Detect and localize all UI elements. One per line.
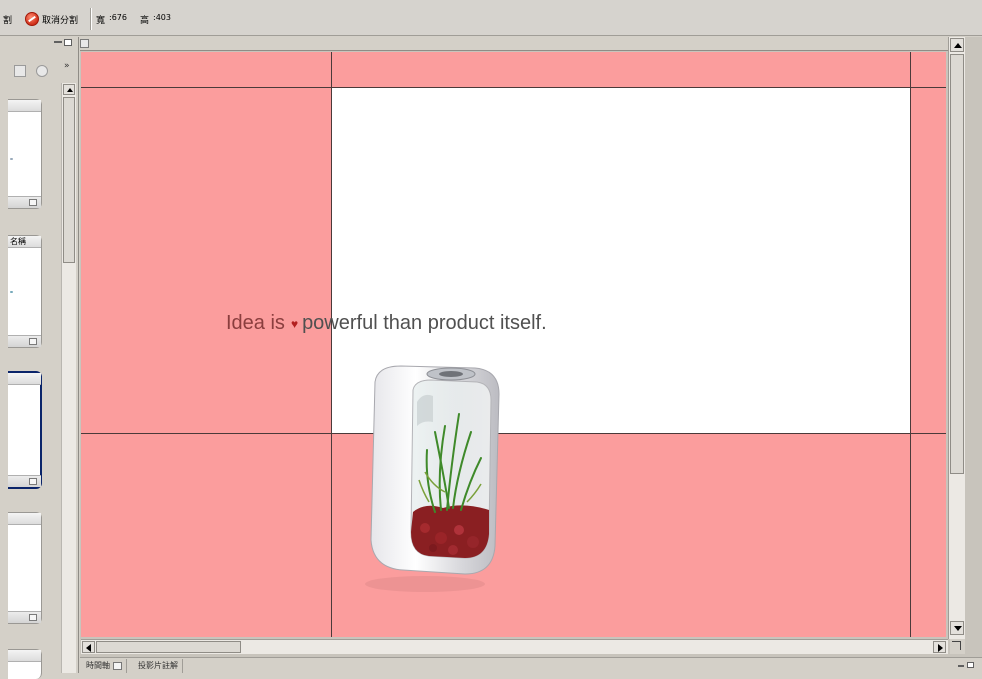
slide-thumbnail[interactable] (8, 512, 42, 624)
heart-icon: ♥ (290, 316, 299, 331)
thumbnail-content (10, 158, 13, 160)
toolbar-separator (90, 8, 92, 30)
canvas-vertical-scrollbar[interactable] (948, 37, 965, 639)
thumbnail-menu-icon[interactable] (29, 199, 37, 206)
slide-thumbnail[interactable] (8, 649, 42, 679)
top-toolbar: 割 取消分割 寬 :676 高 :403 (0, 0, 982, 36)
width-value[interactable]: :676 (109, 13, 127, 22)
tab-timeline-label: 時間軸 (86, 661, 110, 670)
slides-scrollbar[interactable] (61, 83, 76, 673)
height-label: 高 (140, 16, 150, 26)
thumbnail-header (8, 513, 41, 525)
panel-tool-icon[interactable] (36, 65, 48, 77)
tagline-part-1: Idea is (226, 312, 285, 334)
thumbnail-footer (8, 475, 41, 487)
scroll-up-button[interactable] (950, 38, 964, 52)
scroll-right-button[interactable] (933, 641, 946, 653)
scroll-thumb[interactable] (96, 641, 241, 653)
canvas-area: Idea is ♥ powerful than product itself. (80, 37, 982, 657)
thumbnail-header: 名稱 (8, 236, 41, 248)
scroll-thumb[interactable] (950, 54, 964, 474)
thumbnail-header (8, 650, 41, 662)
thumbnail-header (8, 373, 41, 385)
guide-line-horizontal[interactable] (81, 433, 946, 434)
tab-slide-notes[interactable]: 投影片註解 (134, 659, 183, 673)
canvas-ruler-bar (80, 37, 948, 51)
panel-more-button[interactable]: » (64, 61, 70, 71)
thumbnail-footer (8, 611, 41, 623)
slide-thumbnail-selected[interactable] (8, 371, 42, 489)
thumbnail-content (10, 291, 13, 293)
scroll-up-button[interactable] (63, 84, 75, 95)
canvas-corner-box[interactable] (80, 39, 89, 48)
panel-maximize-button[interactable] (967, 662, 974, 668)
tab-slide-notes-label: 投影片註解 (138, 661, 178, 670)
thumbnail-footer (8, 196, 41, 208)
cancel-split-icon[interactable] (25, 12, 39, 26)
scroll-left-button[interactable] (82, 641, 95, 653)
bottom-panel-tabs: 時間軸 投影片註解 (80, 657, 982, 673)
thumbnail-footer (8, 335, 41, 347)
view-corner-icon[interactable] (952, 641, 961, 650)
slide-thumbnail[interactable]: 名稱 (8, 235, 42, 348)
panel-minimize-button[interactable] (958, 665, 964, 667)
panel-tool-icon[interactable] (14, 65, 26, 77)
guide-line-vertical[interactable] (331, 52, 332, 637)
guide-line-vertical[interactable] (910, 52, 911, 637)
thumbnail-header (8, 100, 41, 112)
toolbar-fragment-label[interactable]: 割 (3, 13, 12, 26)
tagline-part-2: powerful than product itself. (302, 312, 547, 334)
canvas-horizontal-scrollbar[interactable] (81, 639, 948, 654)
slide-canvas[interactable]: Idea is ♥ powerful than product itself. (81, 52, 946, 637)
tab-timeline[interactable]: 時間軸 (82, 659, 127, 673)
scroll-corner (950, 639, 965, 654)
slide-tagline[interactable]: Idea is ♥ powerful than product itself. (226, 312, 547, 335)
guide-line-horizontal[interactable] (81, 87, 946, 88)
height-value[interactable]: :403 (153, 13, 171, 22)
slide-thumbnail[interactable] (8, 99, 42, 209)
panel-maximize-button[interactable] (64, 39, 72, 46)
cancel-split-button[interactable]: 取消分割 (42, 13, 78, 26)
panel-minimize-button[interactable] (54, 41, 62, 43)
thumbnail-menu-icon[interactable] (29, 478, 37, 485)
thumbnail-menu-icon[interactable] (29, 614, 37, 621)
aquarium-product-image[interactable] (353, 362, 505, 594)
scroll-down-button[interactable] (950, 621, 964, 635)
slides-panel: » 名稱 (0, 37, 79, 679)
scroll-thumb[interactable] (63, 97, 75, 263)
tab-menu-icon[interactable] (113, 661, 122, 670)
thumbnail-menu-icon[interactable] (29, 338, 37, 345)
width-label: 寬 (96, 16, 106, 26)
